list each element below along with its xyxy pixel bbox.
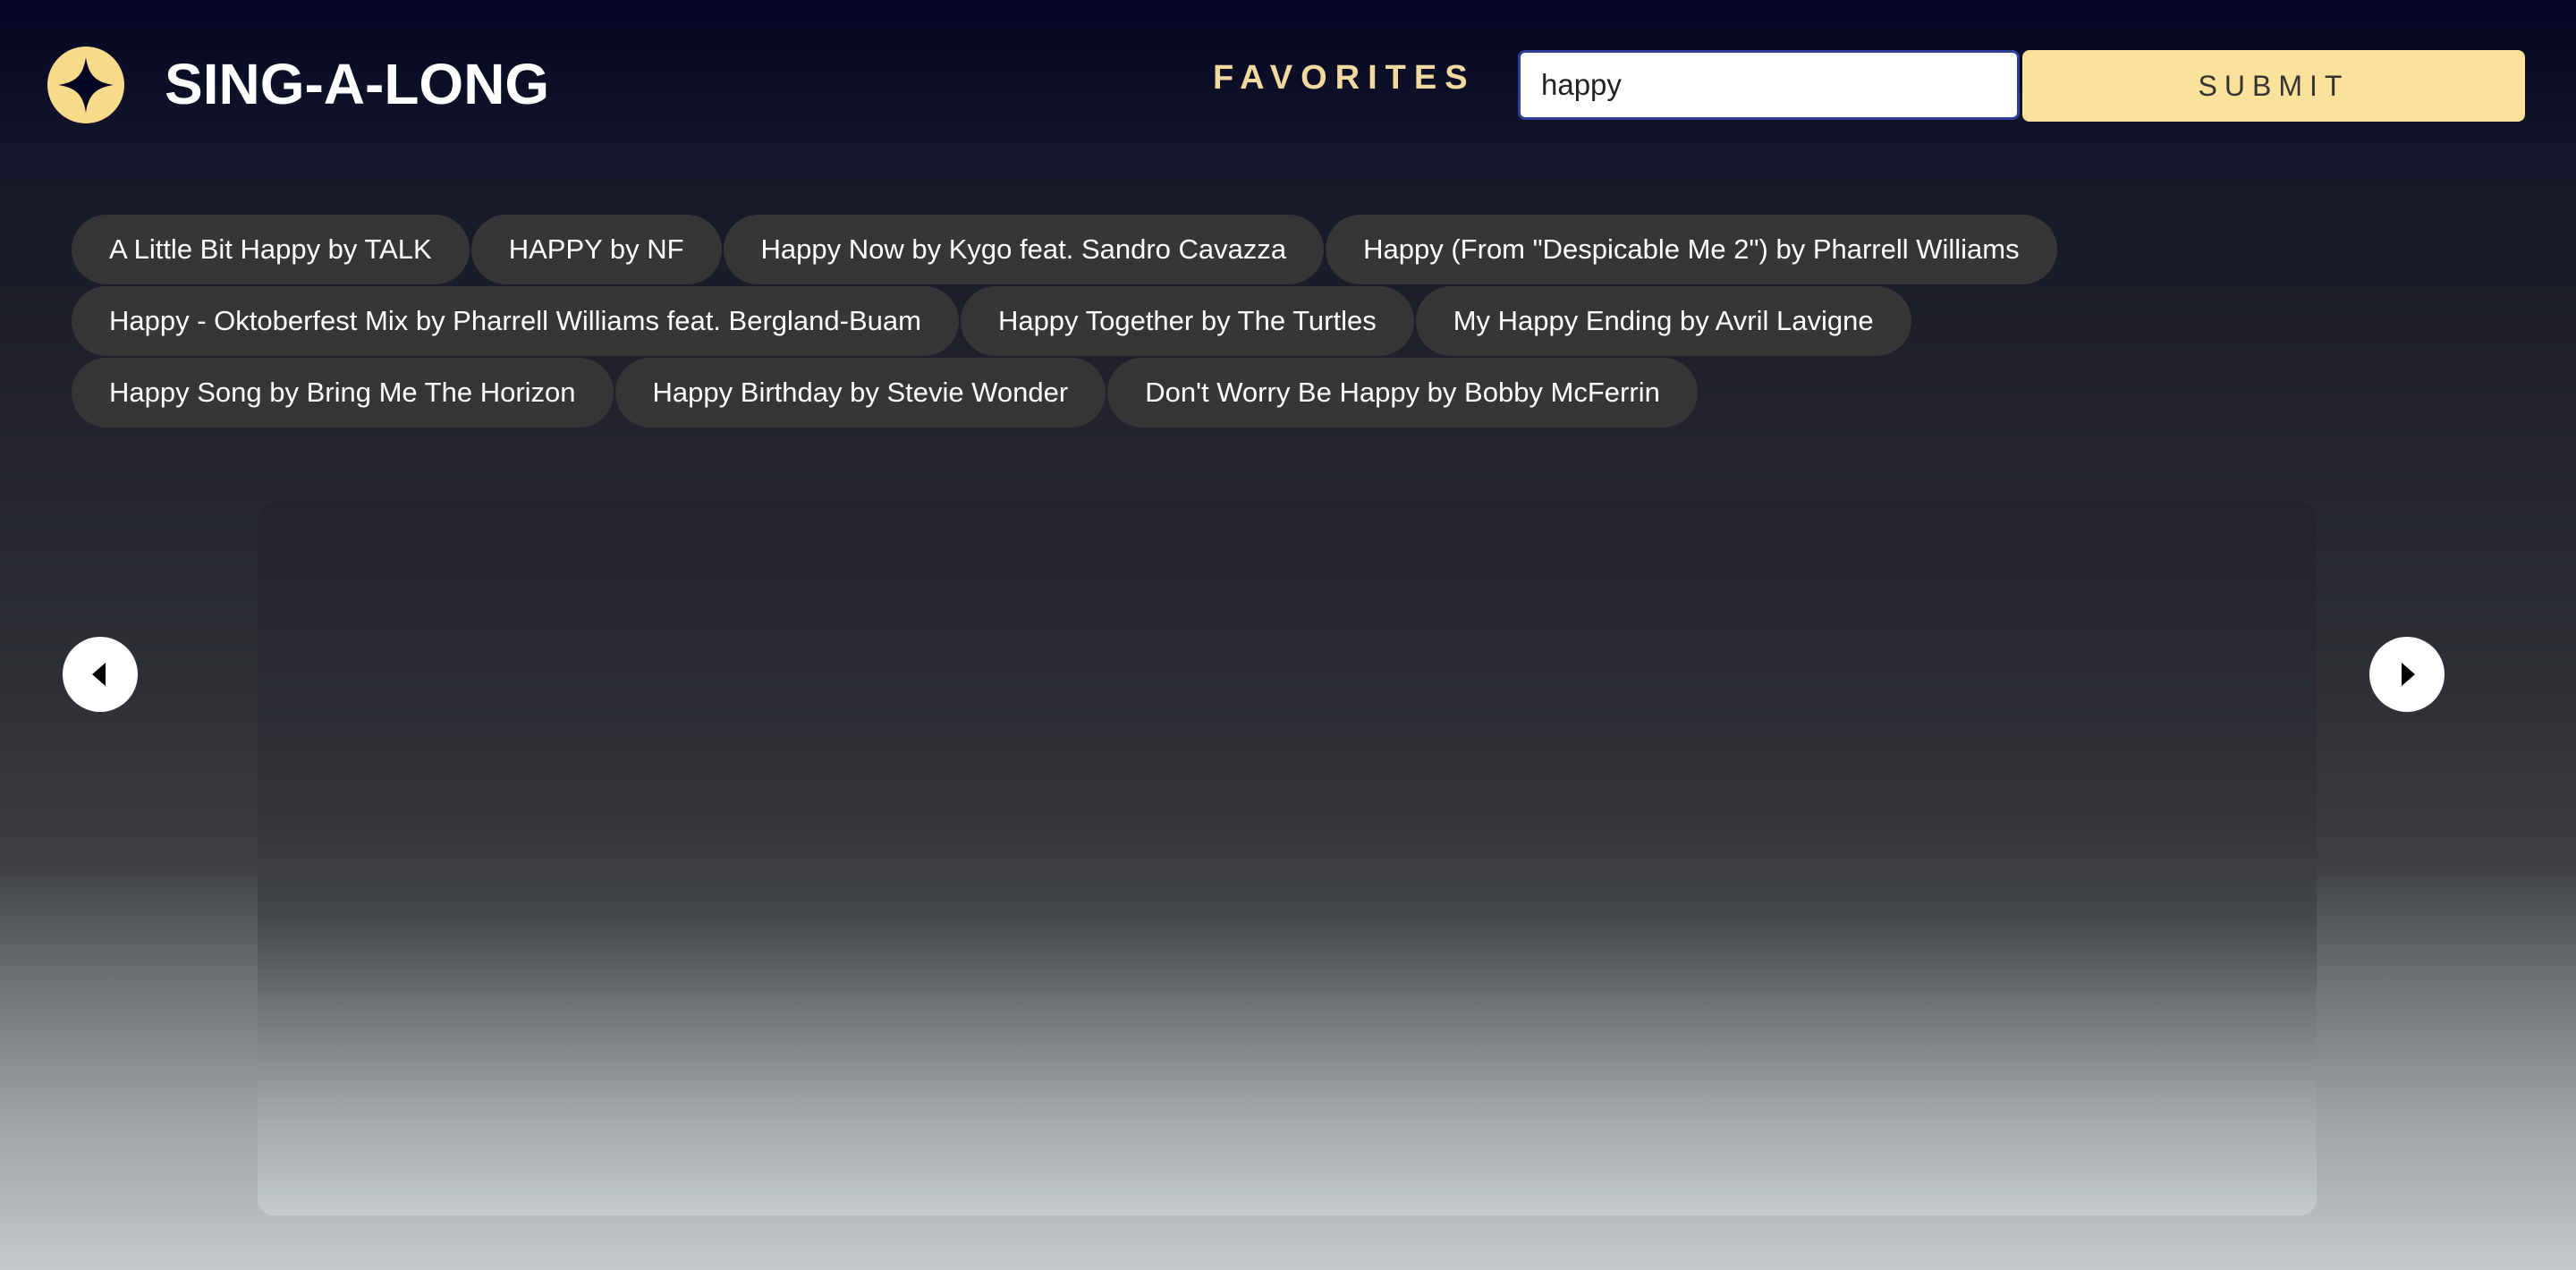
search-results: A Little Bit Happy by TALK HAPPY by NF H… (72, 215, 2200, 428)
previous-button[interactable] (63, 637, 138, 712)
search-input[interactable] (1518, 50, 2020, 120)
result-chip[interactable]: HAPPY by NF (470, 215, 722, 284)
result-chip[interactable]: Happy Together by The Turtles (960, 286, 1414, 356)
app-title: SING-A-LONG (165, 52, 550, 116)
triangle-right-icon (2402, 663, 2415, 686)
four-point-star-icon (47, 47, 124, 123)
app-header: SING-A-LONG FAVORITES SUBMIT (0, 0, 2576, 170)
result-chip[interactable]: Happy Song by Bring Me The Horizon (72, 358, 614, 428)
player-panel (258, 502, 2317, 1215)
triangle-left-icon (92, 663, 106, 686)
result-chip[interactable]: Happy (From "Despicable Me 2") by Pharre… (1326, 215, 2057, 284)
result-chip[interactable]: A Little Bit Happy by TALK (72, 215, 470, 284)
next-button[interactable] (2369, 637, 2445, 712)
favorites-link[interactable]: FAVORITES (1213, 57, 1476, 98)
result-chip[interactable]: Happy - Oktoberfest Mix by Pharrell Will… (72, 286, 959, 356)
result-chip[interactable]: My Happy Ending by Avril Lavigne (1415, 286, 1911, 356)
submit-button[interactable]: SUBMIT (2022, 50, 2525, 122)
result-chip[interactable]: Happy Birthday by Stevie Wonder (614, 358, 1106, 428)
result-chip[interactable]: Don't Worry Be Happy by Bobby McFerrin (1107, 358, 1698, 428)
result-chip[interactable]: Happy Now by Kygo feat. Sandro Cavazza (723, 215, 1325, 284)
